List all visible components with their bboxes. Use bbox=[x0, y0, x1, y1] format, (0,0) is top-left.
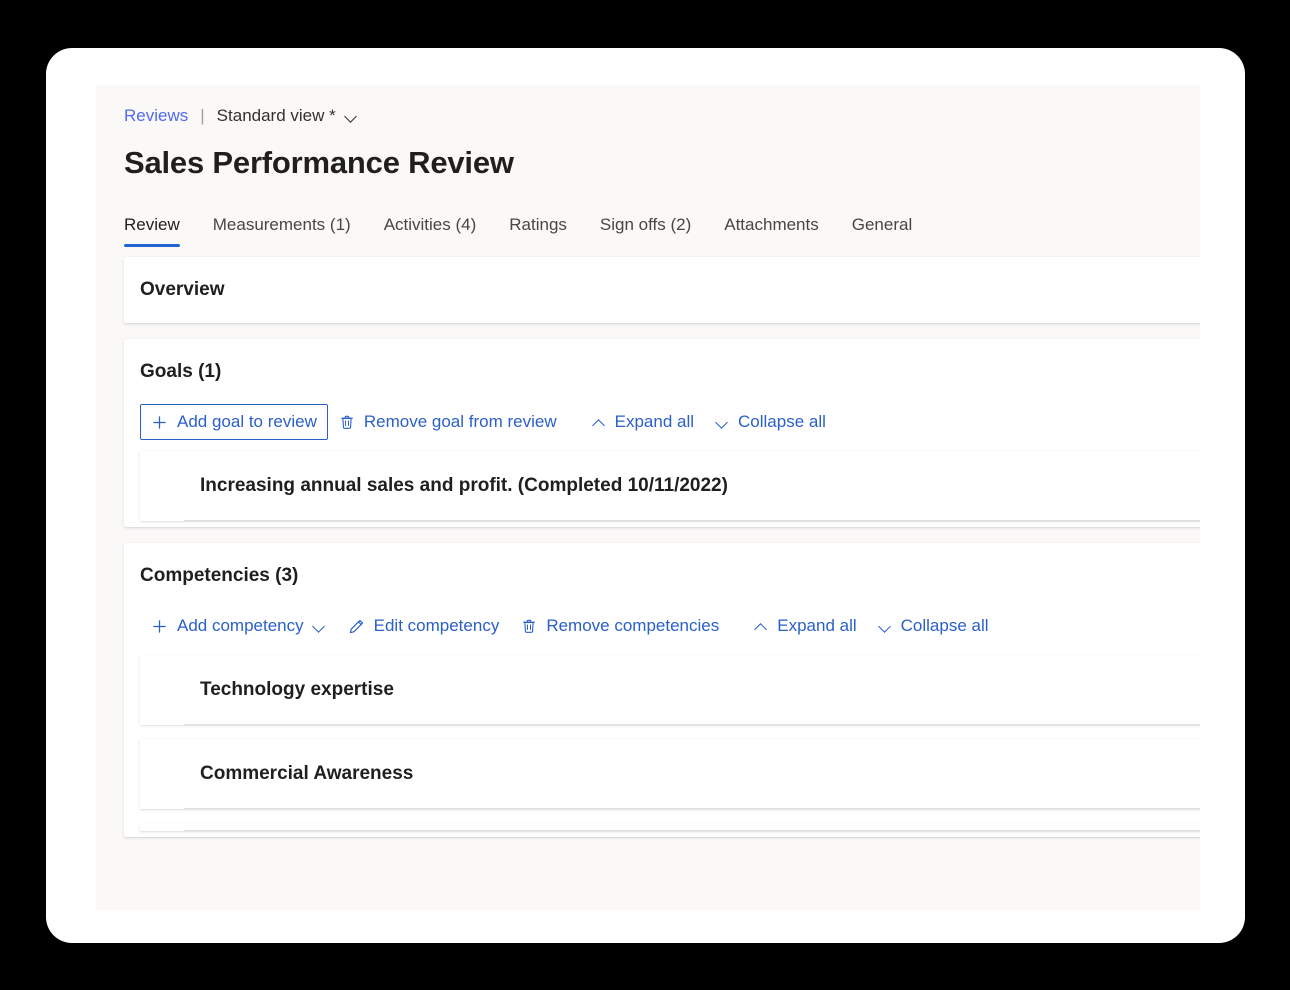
tab-attachments[interactable]: Attachments bbox=[724, 214, 819, 247]
section-competencies: Competencies (3) Add competency Edit com… bbox=[124, 543, 1200, 837]
view-selector[interactable]: Standard view * bbox=[217, 105, 358, 127]
competencies-collapse-all-label: Collapse all bbox=[900, 616, 989, 635]
competency-list-item[interactable] bbox=[140, 823, 1200, 831]
breadcrumb-link-reviews[interactable]: Reviews bbox=[124, 105, 188, 127]
add-competency-label: Add competency bbox=[177, 616, 304, 635]
chevron-up-icon bbox=[755, 620, 768, 633]
section-overview: Overview bbox=[124, 257, 1200, 323]
section-competencies-title[interactable]: Competencies (3) bbox=[124, 543, 1200, 603]
tab-general[interactable]: General bbox=[852, 214, 912, 247]
tab-activities[interactable]: Activities (4) bbox=[384, 214, 477, 247]
breadcrumb-separator: | bbox=[200, 106, 205, 125]
tab-bar: Review Measurements (1) Activities (4) R… bbox=[124, 205, 1200, 247]
competencies-command-bar: Add competency Edit competency Remove co… bbox=[124, 603, 1200, 655]
add-competency-button[interactable]: Add competency bbox=[140, 607, 337, 645]
chevron-up-icon bbox=[593, 416, 606, 429]
competencies-expand-all-button[interactable]: Expand all bbox=[744, 607, 867, 645]
trash-icon bbox=[521, 618, 537, 635]
trash-icon bbox=[339, 414, 355, 431]
page-title: Sales Performance Review bbox=[124, 145, 514, 180]
remove-goal-from-review-label: Remove goal from review bbox=[363, 412, 557, 431]
breadcrumb: Reviews | Standard view * bbox=[124, 105, 1200, 127]
tab-ratings[interactable]: Ratings bbox=[509, 214, 567, 247]
competencies-list: Technology expertise Commercial Awarenes… bbox=[124, 655, 1200, 837]
section-goals: Goals (1) Add goal to review Remove goal… bbox=[124, 339, 1200, 527]
app-window-frame: Reviews | Standard view * Sales Performa… bbox=[46, 48, 1245, 943]
add-goal-to-review-button[interactable]: Add goal to review bbox=[140, 404, 328, 440]
pencil-icon bbox=[348, 618, 365, 635]
chevron-down-icon bbox=[313, 620, 326, 633]
goals-list: Increasing annual sales and profit. (Com… bbox=[124, 451, 1200, 527]
tab-sign-offs[interactable]: Sign offs (2) bbox=[600, 214, 691, 247]
competency-list-item[interactable]: Commercial Awareness bbox=[140, 739, 1200, 809]
remove-competencies-label: Remove competencies bbox=[546, 616, 720, 635]
page-header: Reviews | Standard view * Sales Performa… bbox=[96, 85, 1200, 247]
remove-goal-from-review-button[interactable]: Remove goal from review bbox=[328, 403, 568, 441]
chevron-down-icon bbox=[879, 620, 892, 633]
chevron-down-icon bbox=[345, 110, 358, 123]
goals-expand-all-label: Expand all bbox=[614, 412, 695, 431]
remove-competencies-button[interactable]: Remove competencies bbox=[510, 607, 730, 645]
plus-icon bbox=[151, 618, 168, 635]
section-overview-title[interactable]: Overview bbox=[124, 257, 1200, 323]
plus-icon bbox=[151, 414, 168, 431]
add-goal-to-review-label: Add goal to review bbox=[177, 412, 317, 431]
view-selector-label: Standard view * bbox=[216, 106, 336, 125]
app-viewport: Reviews | Standard view * Sales Performa… bbox=[96, 85, 1200, 910]
sections-container: Overview Goals (1) Add goal to review Re… bbox=[96, 247, 1200, 837]
competencies-collapse-all-button[interactable]: Collapse all bbox=[868, 607, 1000, 645]
edit-competency-label: Edit competency bbox=[373, 616, 500, 635]
goals-expand-all-button[interactable]: Expand all bbox=[582, 403, 705, 441]
tab-measurements[interactable]: Measurements (1) bbox=[213, 214, 351, 247]
section-goals-title[interactable]: Goals (1) bbox=[124, 339, 1200, 399]
tab-review[interactable]: Review bbox=[124, 214, 180, 247]
chevron-down-icon bbox=[716, 416, 729, 429]
goal-list-item[interactable]: Increasing annual sales and profit. (Com… bbox=[140, 451, 1200, 521]
edit-competency-button[interactable]: Edit competency bbox=[337, 607, 511, 645]
goals-collapse-all-label: Collapse all bbox=[738, 412, 826, 431]
goals-collapse-all-button[interactable]: Collapse all bbox=[705, 403, 837, 441]
competency-list-item[interactable]: Technology expertise bbox=[140, 655, 1200, 725]
goals-command-bar: Add goal to review Remove goal from revi… bbox=[124, 399, 1200, 451]
competencies-expand-all-label: Expand all bbox=[777, 616, 857, 635]
